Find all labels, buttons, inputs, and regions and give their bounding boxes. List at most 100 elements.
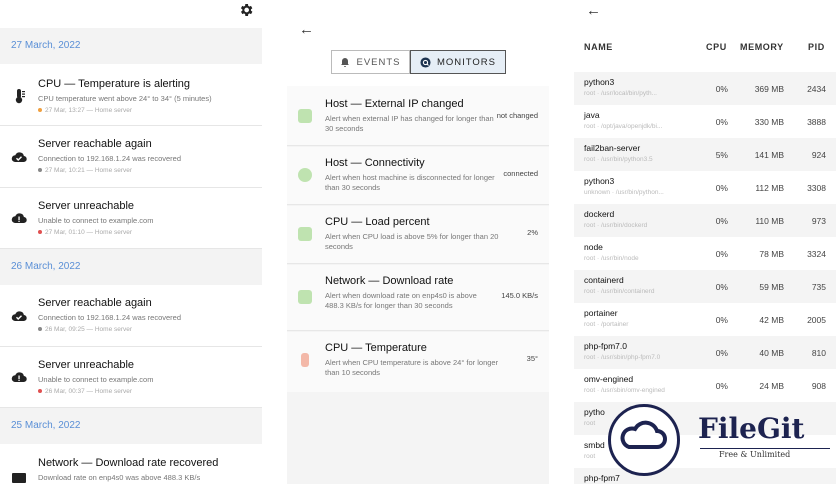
event-item[interactable]: Server unreachable Unable to connect to … [0, 347, 262, 408]
watermark-brand: FileGit [698, 412, 805, 445]
process-memory: 112 MB [755, 183, 784, 193]
event-description: Download rate on enp4s0 was above 488.3 … [38, 473, 201, 482]
table-row[interactable]: containerd root · /usr/bin/containerd 0% 59… [574, 270, 836, 303]
process-name: containerd [584, 275, 624, 285]
thermometer-icon [15, 89, 25, 104]
process-command: root · /portainer [584, 321, 629, 328]
process-command: root · /usr/bin/dockerd [584, 222, 648, 229]
process-name: python3 [584, 176, 615, 186]
process-command: root · /usr/sbin/php-fpm7.0 [584, 354, 661, 361]
process-name: pytho [584, 407, 605, 417]
monitors-top-bar: ← [287, 0, 549, 44]
table-row[interactable]: php-fpm7.0 root · /usr/sbin/php-fpm7.0 0% 4… [574, 336, 836, 369]
monitor-description: Alert when CPU load is above 5% for long… [325, 232, 499, 251]
event-meta: 27 Mar, 10:21 — Home server [38, 167, 132, 174]
process-command: root · /usr/bin/node [584, 255, 639, 262]
ip-icon [298, 109, 312, 123]
table-row[interactable]: omv-engined root · /usr/sbin/omv-engined 0… [574, 369, 836, 402]
cloud-alert-icon [11, 213, 27, 224]
monitor-item[interactable]: Host — External IP changed Alert when ex… [287, 86, 549, 146]
process-pid: 810 [811, 348, 826, 358]
monitor-value: 35° [526, 354, 538, 363]
process-cpu: 0% [715, 348, 728, 358]
tab-events-label: EVENTS [356, 56, 401, 68]
process-pid: 3308 [807, 183, 826, 193]
monitor-title: Network — Download rate [325, 275, 454, 287]
column-header-memory[interactable]: MEMORY [740, 42, 784, 52]
status-dot [38, 168, 42, 173]
event-meta-text: 26 Mar, 09:25 — Home server [45, 326, 133, 333]
monitor-value: 2% [527, 228, 538, 237]
table-row[interactable]: dockerd root · /usr/bin/dockerd 0% 110 MB 97… [574, 204, 836, 237]
events-top-bar [0, 0, 262, 28]
event-description: CPU temperature went above 24° to 34° (5… [38, 94, 212, 103]
event-title: Server unreachable [38, 359, 135, 371]
process-memory: 24 MB [759, 381, 784, 391]
gear-icon[interactable] [238, 2, 254, 18]
cloud-check-icon [11, 152, 27, 163]
column-header-cpu[interactable]: CPU [706, 42, 727, 52]
process-command: unknown · /usr/bin/python... [584, 189, 664, 196]
event-meta-text: 27 Mar, 10:21 — Home server [45, 167, 133, 174]
globe-icon [298, 168, 312, 182]
monitor-item[interactable]: CPU — Load percent Alert when CPU load i… [287, 206, 549, 264]
tab-monitors-label: MONITORS [436, 56, 497, 68]
status-dot [38, 108, 42, 113]
process-pid: 924 [811, 150, 826, 160]
monitor-title: Host — External IP changed [325, 98, 464, 110]
event-item[interactable]: Server reachable again Connection to 192… [0, 126, 262, 188]
date-header: 25 March, 2022 [0, 408, 262, 444]
tab-monitors[interactable]: MONITORS [410, 50, 506, 74]
event-meta: 26 Mar, 09:25 — Home server [38, 326, 132, 333]
process-name: python3 [584, 77, 615, 87]
tab-bar: EVENTS MONITORS [287, 44, 549, 86]
process-name: portainer [584, 308, 618, 318]
monitor-item[interactable]: Network — Download rate Alert when downl… [287, 265, 549, 331]
table-row[interactable]: java root · /opt/java/openjdk/bi... 0% 330 … [574, 105, 836, 138]
process-memory: 141 MB [754, 150, 784, 160]
back-arrow-icon[interactable]: ← [299, 22, 314, 37]
tab-events[interactable]: EVENTS [331, 50, 410, 74]
process-command: root [584, 420, 596, 427]
monitor-item[interactable]: Host — Connectivity Alert when host mach… [287, 147, 549, 205]
process-name: node [584, 242, 603, 252]
table-row[interactable]: python3 unknown · /usr/bin/python... 0% 112… [574, 171, 836, 204]
event-item[interactable]: Server reachable again Connection to 192… [0, 285, 262, 347]
event-item[interactable]: Server unreachable Unable to connect to … [0, 188, 262, 249]
process-cpu: 0% [715, 282, 728, 292]
process-cpu: 0% [715, 84, 728, 94]
monitor-item[interactable]: CPU — Temperature Alert when CPU tempera… [287, 332, 549, 392]
status-dot [38, 389, 42, 394]
column-header-pid[interactable]: PID [808, 42, 825, 52]
date-header: 26 March, 2022 [0, 249, 262, 285]
status-dot [38, 230, 42, 235]
table-row[interactable]: node root · /usr/bin/node 0% 78 MB 3324 [574, 237, 836, 270]
process-pid: 3888 [807, 117, 826, 127]
table-row[interactable]: portainer root · /portainer 0% 42 MB 2005 [574, 303, 836, 336]
cloud-logo-icon [620, 420, 667, 449]
event-item[interactable]: CPU — Temperature is alerting CPU temper… [0, 64, 262, 126]
event-item[interactable]: Network — Download rate recovered Downlo… [0, 444, 262, 484]
network-icon [298, 290, 312, 304]
watermark-divider [700, 448, 830, 449]
process-cpu: 0% [715, 381, 728, 391]
process-pid: 2434 [807, 84, 826, 94]
process-pid: 735 [811, 282, 826, 292]
status-dot [38, 327, 42, 332]
column-header-name[interactable]: NAME [584, 42, 613, 52]
process-command: root · /usr/bin/containerd [584, 288, 655, 295]
process-command: root · /usr/sbin/omv-engined [584, 387, 665, 394]
back-arrow-icon[interactable]: ← [586, 3, 601, 18]
table-row[interactable]: fail2ban-server root · /usr/bin/python3.5… [574, 138, 836, 171]
bell-icon [341, 58, 350, 67]
table-row[interactable]: python3 root · /usr/local/bin/pyth... 0% 36… [574, 72, 836, 105]
process-memory: 42 MB [759, 315, 784, 325]
monitor-value: connected [503, 169, 538, 178]
monitor-title: Host — Connectivity [325, 157, 425, 169]
events-panel: 27 March, 2022 CPU — Temperature is aler… [0, 0, 262, 484]
event-title: Server reachable again [38, 297, 152, 309]
date-header: 27 March, 2022 [0, 28, 262, 64]
process-memory: 330 MB [754, 117, 784, 127]
process-name: php-fpm7 [584, 473, 620, 483]
monitor-value: not changed [496, 111, 538, 120]
